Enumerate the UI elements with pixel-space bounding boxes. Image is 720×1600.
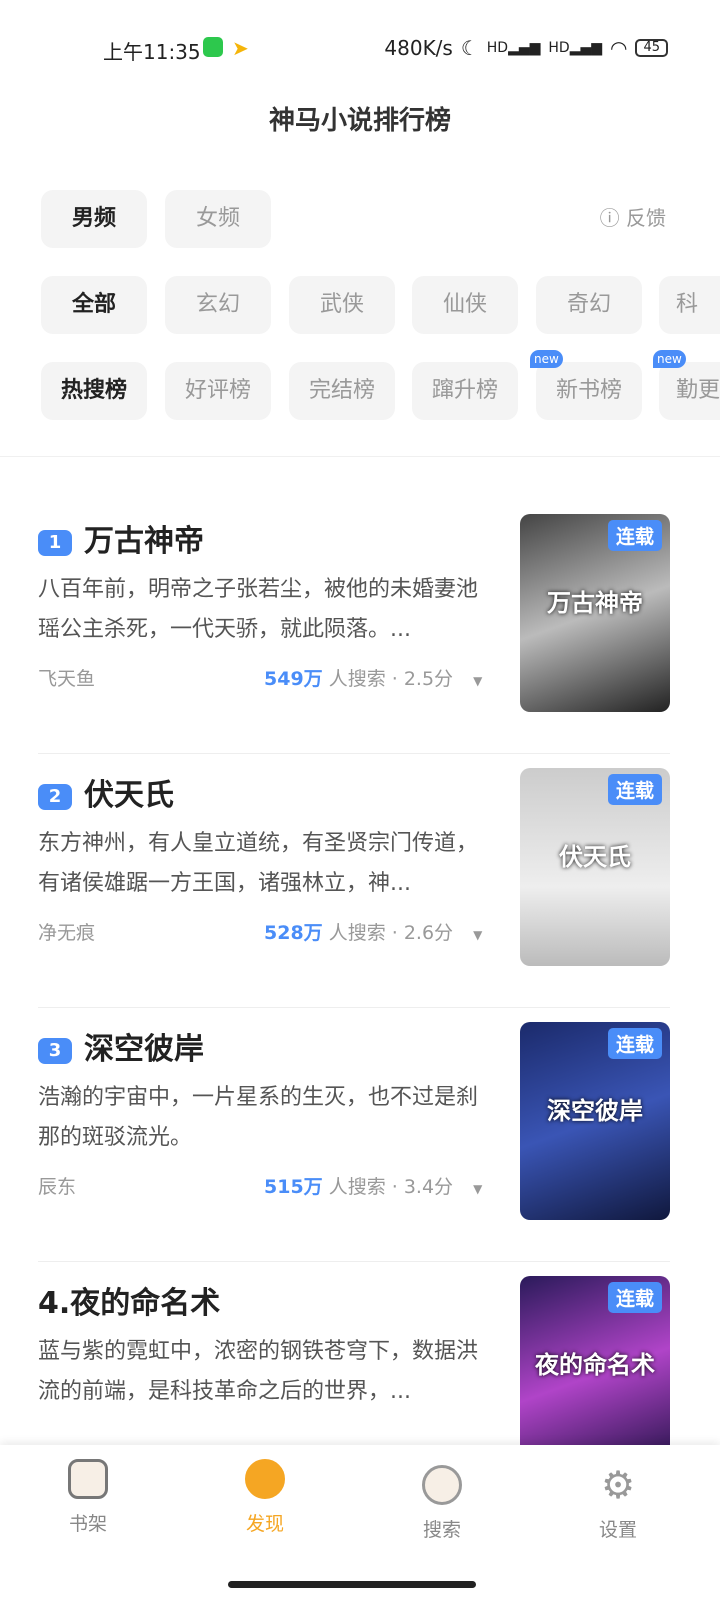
book-item[interactable]: 2 伏天氏 东方神州，有人皇立道统，有圣贤宗门传道，有诸侯雄踞一方王国，诸强林立，… [38, 754, 670, 1008]
category-tab[interactable]: 仙侠 [412, 276, 518, 334]
book-author[interactable]: 净无痕 [38, 918, 95, 945]
book-cover[interactable]: 伏天氏 连载 [520, 768, 670, 966]
book-author[interactable]: 辰东 [38, 1172, 76, 1199]
feedback-button[interactable]: ⓘ 反馈 [600, 202, 666, 231]
app-notification-icon: ➤ [232, 36, 249, 60]
wifi-icon: ◠ [610, 36, 628, 60]
ranking-label: 勤更 [676, 378, 720, 403]
search-count: 515万 [264, 1176, 323, 1198]
rank-badge: 2 [38, 783, 72, 810]
signal-icon-2: HD▂▄▆ [548, 40, 602, 56]
book-cover[interactable]: 万古神帝 连载 [520, 514, 670, 712]
ranking-tab[interactable]: 蹿升榜 [412, 362, 518, 420]
cover-title: 夜的命名术 [535, 1351, 655, 1380]
book-description: 蓝与紫的霓虹中，浓密的钢铁苍穹下，数据洪流的前端，是科技革命之后的世界，... [38, 1339, 479, 1404]
ranking-label: 完结榜 [308, 378, 375, 403]
help-icon: ⓘ [599, 206, 620, 230]
moon-icon: ☾ [460, 36, 479, 60]
book-description: 东方神州，有人皇立道统，有圣贤宗门传道，有诸侯雄踞一方王国，诸强林立，神... [38, 831, 479, 896]
book-author[interactable]: 飞天鱼 [38, 664, 95, 691]
book-item[interactable]: 3 深空彼岸 浩瀚的宇宙中，一片星系的生灭，也不过是刹那的斑驳流光。 辰东 515… [38, 1008, 670, 1262]
cover-title: 伏天氏 [559, 843, 631, 872]
category-tab[interactable]: 玄幻 [165, 276, 271, 334]
category-tab[interactable]: 科 [659, 276, 720, 334]
nav-discover[interactable]: 发现 [215, 1459, 315, 1536]
nav-label: 设置 [598, 1519, 637, 1541]
ranking-label: 热搜榜 [60, 378, 127, 403]
search-icon [422, 1465, 462, 1505]
search-count: 528万 [264, 922, 323, 944]
more-arrow-icon[interactable]: ▼ [473, 674, 482, 688]
nav-label: 搜索 [422, 1519, 461, 1541]
status-badge: 连载 [607, 774, 662, 805]
book-title[interactable]: 4.夜的命名术 [38, 1278, 220, 1322]
ranking-label: 新书榜 [555, 378, 622, 403]
book-cover[interactable]: 深空彼岸 连载 [520, 1022, 670, 1220]
status-badge: 连载 [607, 1028, 662, 1059]
status-badge: 连载 [607, 520, 662, 551]
ranking-tab[interactable]: 勤更 new [653, 350, 720, 420]
bookshelf-icon [68, 1459, 108, 1499]
category-tab[interactable]: 武侠 [289, 276, 395, 334]
ranking-tab[interactable]: 好评榜 [165, 362, 271, 420]
nav-search[interactable]: 搜索 [392, 1465, 492, 1542]
search-count: 549万 [264, 668, 323, 690]
page-title: 神马小说排行榜 [268, 106, 451, 136]
category-tab[interactable]: 奇幻 [536, 276, 642, 334]
cover-title: 深空彼岸 [547, 1097, 643, 1126]
book-title-text: 深空彼岸 [84, 1032, 204, 1067]
battery-icon: 45 [635, 39, 668, 57]
book-item[interactable]: 1 万古神帝 八百年前，明帝之子张若尘，被他的未婚妻池瑶公主杀死，一代天骄，就此陨… [38, 500, 670, 754]
tab-female[interactable]: 女频 [165, 190, 271, 248]
book-title[interactable]: 3 深空彼岸 [38, 1024, 204, 1068]
ranking-label: 蹿升榜 [431, 378, 498, 403]
new-badge: new [530, 350, 563, 368]
more-arrow-icon[interactable]: ▼ [473, 1182, 482, 1196]
discover-icon [245, 1459, 285, 1499]
meta-suffix: 人搜索 · 3.4分 [328, 1176, 454, 1198]
book-meta: 549万 人搜索 · 2.5分 ▼ [264, 664, 482, 691]
book-meta: 528万 人搜索 · 2.6分 ▼ [264, 918, 482, 945]
book-title-text: 伏天氏 [84, 778, 174, 813]
feedback-label: 反馈 [626, 206, 666, 230]
nav-label: 书架 [68, 1513, 107, 1535]
network-speed: 480K/s [384, 36, 453, 60]
rank-badge: 3 [38, 1037, 72, 1064]
new-badge: new [653, 350, 686, 368]
book-description: 八百年前，明帝之子张若尘，被他的未婚妻池瑶公主杀死，一代天骄，就此陨落。... [38, 577, 479, 642]
nav-bookshelf[interactable]: 书架 [38, 1459, 138, 1536]
ranking-tab[interactable]: 热搜榜 [41, 362, 147, 420]
book-title-text: 万古神帝 [84, 524, 204, 559]
category-tab[interactable]: 全部 [41, 276, 147, 334]
book-meta: 515万 人搜索 · 3.4分 ▼ [264, 1172, 482, 1199]
nav-settings[interactable]: ⚙ 设置 [568, 1465, 668, 1542]
bottom-nav: 书架 发现 搜索 ⚙ 设置 [0, 1445, 720, 1600]
nav-label: 发现 [245, 1513, 284, 1535]
meta-suffix: 人搜索 · 2.5分 [328, 668, 454, 690]
rank-badge: 1 [38, 529, 72, 556]
book-title[interactable]: 2 伏天氏 [38, 770, 174, 814]
status-badge: 连载 [607, 1282, 662, 1313]
meta-suffix: 人搜索 · 2.6分 [328, 922, 454, 944]
gear-icon: ⚙ [600, 1463, 636, 1507]
divider [0, 456, 720, 457]
tab-male[interactable]: 男频 [41, 190, 147, 248]
home-indicator[interactable] [228, 1581, 476, 1588]
status-bar: 上午11:35 ➤ 480K/s ☾ HD▂▄▆ HD▂▄▆ ◠ 45 [0, 34, 720, 64]
ranking-label: 好评榜 [184, 378, 251, 403]
book-title[interactable]: 1 万古神帝 [38, 516, 204, 560]
ranking-tab[interactable]: 新书榜 new [530, 350, 642, 420]
more-arrow-icon[interactable]: ▼ [473, 928, 482, 942]
cover-title: 万古神帝 [547, 589, 643, 618]
book-title-text: 4.夜的命名术 [38, 1286, 221, 1321]
wechat-icon [203, 37, 223, 57]
ranking-tab[interactable]: 完结榜 [289, 362, 395, 420]
book-description: 浩瀚的宇宙中，一片星系的生灭，也不过是刹那的斑驳流光。 [38, 1085, 479, 1150]
clock: 上午11:35 [103, 40, 201, 64]
signal-icon: HD▂▄▆ [486, 40, 541, 56]
